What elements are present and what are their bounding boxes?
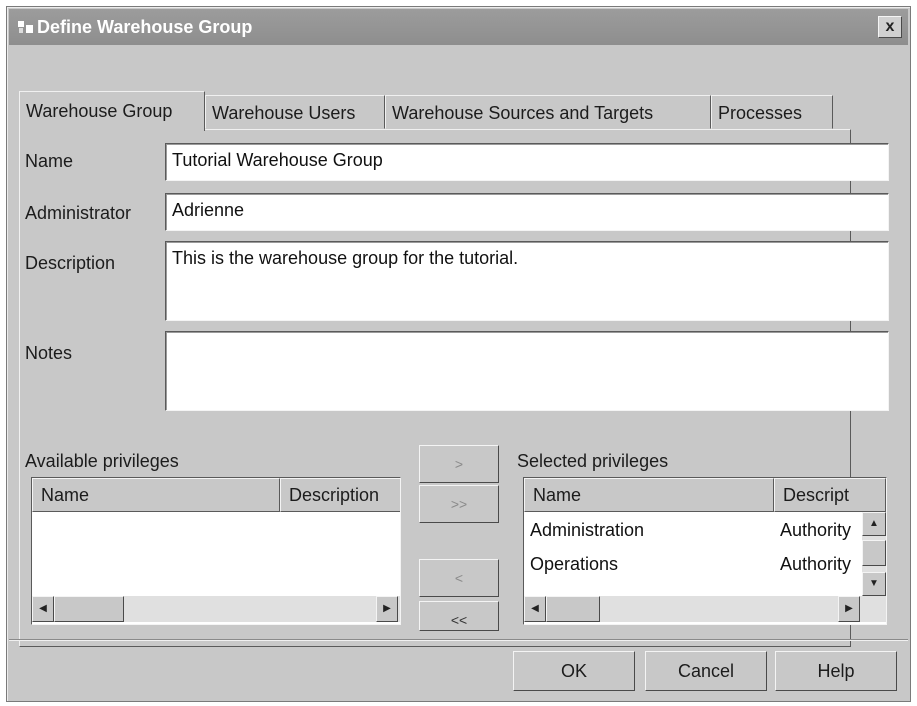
available-hscrollbar[interactable]: ◀ ▶ <box>32 596 400 622</box>
selected-column-description[interactable]: Descript <box>774 478 886 512</box>
selected-row-administration-name[interactable]: Administration <box>530 520 770 541</box>
scroll-left-icon[interactable]: ◀ <box>32 596 54 622</box>
selected-privileges-list[interactable]: Name Descript Administration Authority O… <box>523 477 887 625</box>
add-button[interactable]: > <box>419 445 499 483</box>
button-separator <box>9 639 908 641</box>
selected-vscroll-thumb[interactable] <box>862 540 886 566</box>
selected-privileges-label: Selected privileges <box>517 451 669 471</box>
tab-warehouse-sources-targets[interactable]: Warehouse Sources and Targets <box>385 95 711 129</box>
selected-hscrollbar[interactable]: ◀ ▶ <box>524 596 886 622</box>
scroll-down-icon[interactable]: ▼ <box>862 572 886 596</box>
help-button[interactable]: Help <box>775 651 897 691</box>
title-bar[interactable]: Define Warehouse Group x <box>9 9 908 45</box>
description-textarea[interactable]: This is the warehouse group for the tuto… <box>165 241 889 321</box>
scroll-right-icon[interactable]: ▶ <box>838 596 860 622</box>
notes-textarea[interactable] <box>165 331 889 411</box>
available-privileges-label: Available privileges <box>25 451 179 471</box>
dialog-window: Define Warehouse Group x Warehouse Group… <box>6 6 911 702</box>
cancel-button[interactable]: Cancel <box>645 651 767 691</box>
window-title: Define Warehouse Group <box>37 17 253 37</box>
scroll-up-icon[interactable]: ▲ <box>862 512 886 536</box>
available-hscroll-thumb[interactable] <box>54 596 124 622</box>
available-column-name[interactable]: Name <box>32 478 280 512</box>
warehouse-group-icon <box>18 21 33 33</box>
tab-processes[interactable]: Processes <box>711 95 833 129</box>
name-label: Name <box>25 151 74 171</box>
available-privileges-list[interactable]: Name Description ◀ ▶ <box>31 477 401 625</box>
selected-column-name[interactable]: Name <box>524 478 774 512</box>
selected-row-operations-name[interactable]: Operations <box>530 554 770 575</box>
notes-label: Notes <box>25 343 73 363</box>
tab-warehouse-group[interactable]: Warehouse Group <box>19 91 205 131</box>
add-all-button[interactable]: >> <box>419 485 499 523</box>
ok-button[interactable]: OK <box>513 651 635 691</box>
selected-row-operations-desc[interactable]: Authority <box>780 554 860 575</box>
remove-all-button[interactable]: << <box>419 601 499 631</box>
administrator-label: Administrator <box>25 203 132 223</box>
tab-warehouse-users[interactable]: Warehouse Users <box>205 95 385 129</box>
close-button[interactable]: x <box>878 16 902 38</box>
scroll-right-icon[interactable]: ▶ <box>376 596 398 622</box>
description-label: Description <box>25 253 116 273</box>
administrator-input[interactable]: Adrienne <box>165 193 889 231</box>
selected-hscroll-thumb[interactable] <box>546 596 600 622</box>
name-input[interactable]: Tutorial Warehouse Group <box>165 143 889 181</box>
scroll-left-icon[interactable]: ◀ <box>524 596 546 622</box>
selected-vscrollbar[interactable]: ▲ ▼ <box>862 512 886 596</box>
remove-button[interactable]: < <box>419 559 499 597</box>
selected-row-administration-desc[interactable]: Authority <box>780 520 860 541</box>
available-column-description[interactable]: Description <box>280 478 400 512</box>
